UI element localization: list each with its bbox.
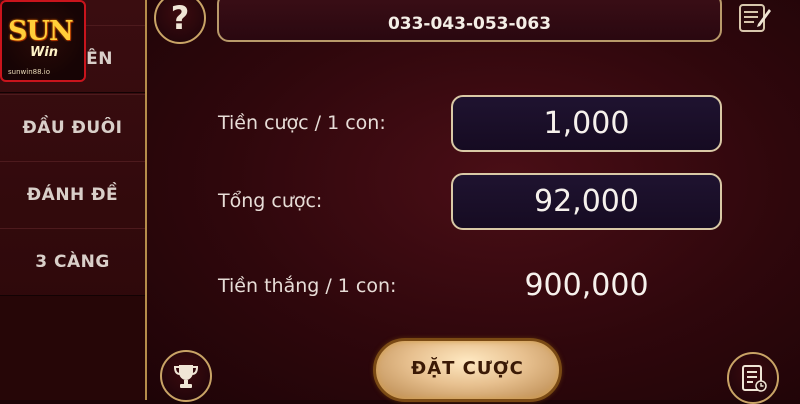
history-button[interactable] xyxy=(727,352,779,404)
selected-numbers: 033-043-053-063 xyxy=(387,14,552,34)
bet-per-number-field[interactable]: 1,000 xyxy=(451,95,722,152)
sidebar-empty-area xyxy=(0,296,145,400)
place-bet-label: ĐẶT CƯỢC xyxy=(411,357,524,379)
total-bet-value: 92,000 xyxy=(534,184,639,219)
selected-numbers-display[interactable]: 033-043-053-063 xyxy=(217,0,722,42)
sidebar-item-label: 3 CÀNG xyxy=(35,252,110,272)
trophy-icon xyxy=(173,365,199,388)
bet-per-number-label: Tiền cược / 1 con: xyxy=(218,112,386,134)
logo-url: sunwin88.io xyxy=(8,68,50,76)
sidebar-item-3-cang[interactable]: 3 CÀNG xyxy=(0,228,145,296)
bet-per-number-value: 1,000 xyxy=(543,106,630,141)
sidebar-item-label: ĐÁNH ĐỀ xyxy=(26,185,119,205)
place-bet-button[interactable]: ĐẶT CƯỢC xyxy=(373,338,562,402)
logo-word: SUN xyxy=(8,16,74,47)
sidebar-item-label: ĐẦU ĐUÔI xyxy=(22,118,123,138)
sidebar-item-dau-duoi[interactable]: ĐẦU ĐUÔI xyxy=(0,94,145,162)
sidebar-item-danh-de[interactable]: ĐÁNH ĐỀ xyxy=(0,161,145,229)
edit-icon xyxy=(739,4,771,32)
history-icon xyxy=(742,365,767,392)
win-per-number-label: Tiền thắng / 1 con: xyxy=(218,275,397,297)
total-bet-label: Tổng cược: xyxy=(218,190,323,212)
edit-button[interactable] xyxy=(737,0,773,34)
logo: SUN Win sunwin88.io xyxy=(0,0,86,82)
sidebar-item-label: ÊN xyxy=(86,49,113,69)
win-per-number-value: 900,000 xyxy=(524,268,649,303)
leaderboard-button[interactable] xyxy=(160,350,212,402)
logo-sub: Win xyxy=(30,45,59,60)
total-bet-field: 92,000 xyxy=(451,173,722,230)
question-icon: ? xyxy=(170,0,190,37)
